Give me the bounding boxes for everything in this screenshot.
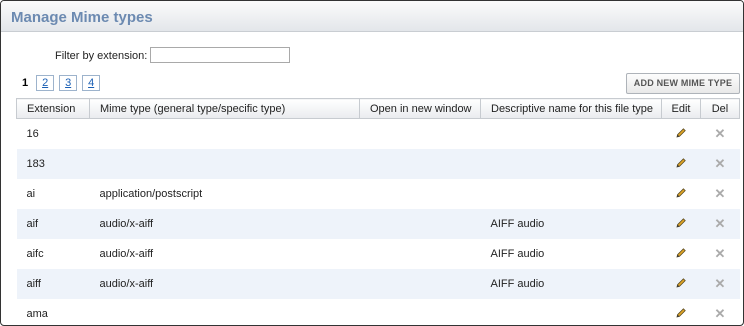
edit-cell	[662, 119, 701, 150]
column-header-open-new-window[interactable]: Open in new window	[359, 98, 481, 119]
delete-cell: ✕	[700, 269, 740, 299]
delete-cell: ✕	[701, 179, 740, 209]
table-row: aiff audio/x-aiff AIFF audio ✕	[16, 269, 740, 299]
close-icon[interactable]: ✕	[715, 306, 726, 322]
pencil-icon[interactable]	[675, 277, 687, 292]
add-new-mime-type-button[interactable]: ADD NEW MIME TYPE	[626, 73, 740, 94]
pencil-icon[interactable]	[675, 187, 687, 202]
page-link-3[interactable]: 3	[59, 75, 78, 91]
cell-open-new-window	[360, 299, 481, 325]
cell-open-new-window	[359, 209, 481, 239]
cell-description: AIFF audio	[490, 248, 545, 260]
page-link-4[interactable]: 4	[82, 75, 101, 91]
pencil-icon[interactable]	[675, 247, 687, 262]
close-icon[interactable]: ✕	[715, 126, 726, 142]
pencil-icon[interactable]	[675, 307, 687, 322]
edit-cell	[661, 209, 701, 239]
cell-mime-type: audio/x-aiff	[89, 269, 360, 299]
table-row: 16 ✕	[17, 119, 740, 150]
pencil-icon[interactable]	[675, 127, 687, 142]
close-icon[interactable]: ✕	[715, 186, 726, 202]
cell-description	[480, 149, 662, 179]
edit-cell	[662, 179, 701, 209]
cell-mime-type: application/postscript	[99, 188, 203, 200]
column-header-edit: Edit	[661, 98, 701, 119]
delete-cell: ✕	[701, 299, 740, 325]
table-header-row: Extension Mime type (general type/specif…	[16, 98, 740, 119]
pagination: 1 2 3 4	[22, 75, 105, 91]
cell-open-new-window	[360, 239, 481, 269]
mime-types-table: Extension Mime type (general type/specif…	[16, 98, 740, 325]
close-icon[interactable]: ✕	[715, 216, 726, 232]
cell-extension: 16	[26, 128, 39, 140]
cell-mime-type	[89, 149, 360, 179]
close-icon[interactable]: ✕	[715, 246, 726, 262]
edit-cell	[661, 149, 701, 179]
cell-description	[481, 299, 662, 325]
delete-cell: ✕	[701, 239, 740, 269]
cell-open-new-window	[359, 269, 481, 299]
delete-cell: ✕	[700, 209, 740, 239]
column-header-del: Del	[700, 98, 740, 119]
pencil-icon[interactable]	[675, 157, 687, 172]
delete-cell: ✕	[701, 119, 740, 150]
cell-description: AIFF audio	[480, 209, 662, 239]
column-header-mime-type[interactable]: Mime type (general type/specific type)	[89, 98, 360, 119]
cell-extension: aif	[16, 209, 90, 239]
cell-extension: aiff	[16, 269, 90, 299]
cell-mime-type	[90, 119, 360, 150]
cell-extension: 183	[16, 149, 90, 179]
cell-description	[481, 179, 662, 209]
cell-mime-type: audio/x-aiff	[99, 248, 154, 260]
cell-mime-type: audio/x-aiff	[89, 209, 360, 239]
filter-label: Filter by extension:	[55, 50, 148, 62]
cell-description: AIFF audio	[480, 269, 662, 299]
table-row: ai application/postscript ✕	[17, 179, 740, 209]
close-icon[interactable]: ✕	[715, 276, 726, 292]
cell-open-new-window	[359, 149, 481, 179]
cell-extension: ai	[26, 188, 36, 200]
filter-extension-input[interactable]	[150, 47, 290, 63]
column-header-description[interactable]: Descriptive name for this file type	[480, 98, 662, 119]
page-title: Manage Mime types	[11, 9, 153, 26]
cell-description	[481, 119, 662, 150]
edit-cell	[662, 299, 701, 325]
page-link-2[interactable]: 2	[36, 75, 55, 91]
current-page: 1	[22, 77, 29, 89]
cell-open-new-window	[360, 119, 481, 150]
cell-mime-type	[90, 299, 360, 325]
table-row: aif audio/x-aiff AIFF audio ✕	[16, 209, 740, 239]
column-header-extension[interactable]: Extension	[16, 98, 90, 119]
edit-cell	[661, 269, 701, 299]
table-row: 183 ✕	[16, 149, 740, 179]
manage-mime-types-panel: Manage Mime types Filter by extension: 1…	[0, 0, 744, 326]
cell-extension: aifc	[26, 248, 44, 260]
cell-extension: ama	[26, 308, 48, 320]
table-row: ama ✕	[17, 299, 740, 325]
pencil-icon[interactable]	[675, 217, 687, 232]
edit-cell	[662, 239, 701, 269]
table-row: aifc audio/x-aiff AIFF audio ✕	[17, 239, 740, 269]
close-icon[interactable]: ✕	[715, 156, 726, 172]
delete-cell: ✕	[700, 149, 740, 179]
cell-open-new-window	[360, 179, 481, 209]
